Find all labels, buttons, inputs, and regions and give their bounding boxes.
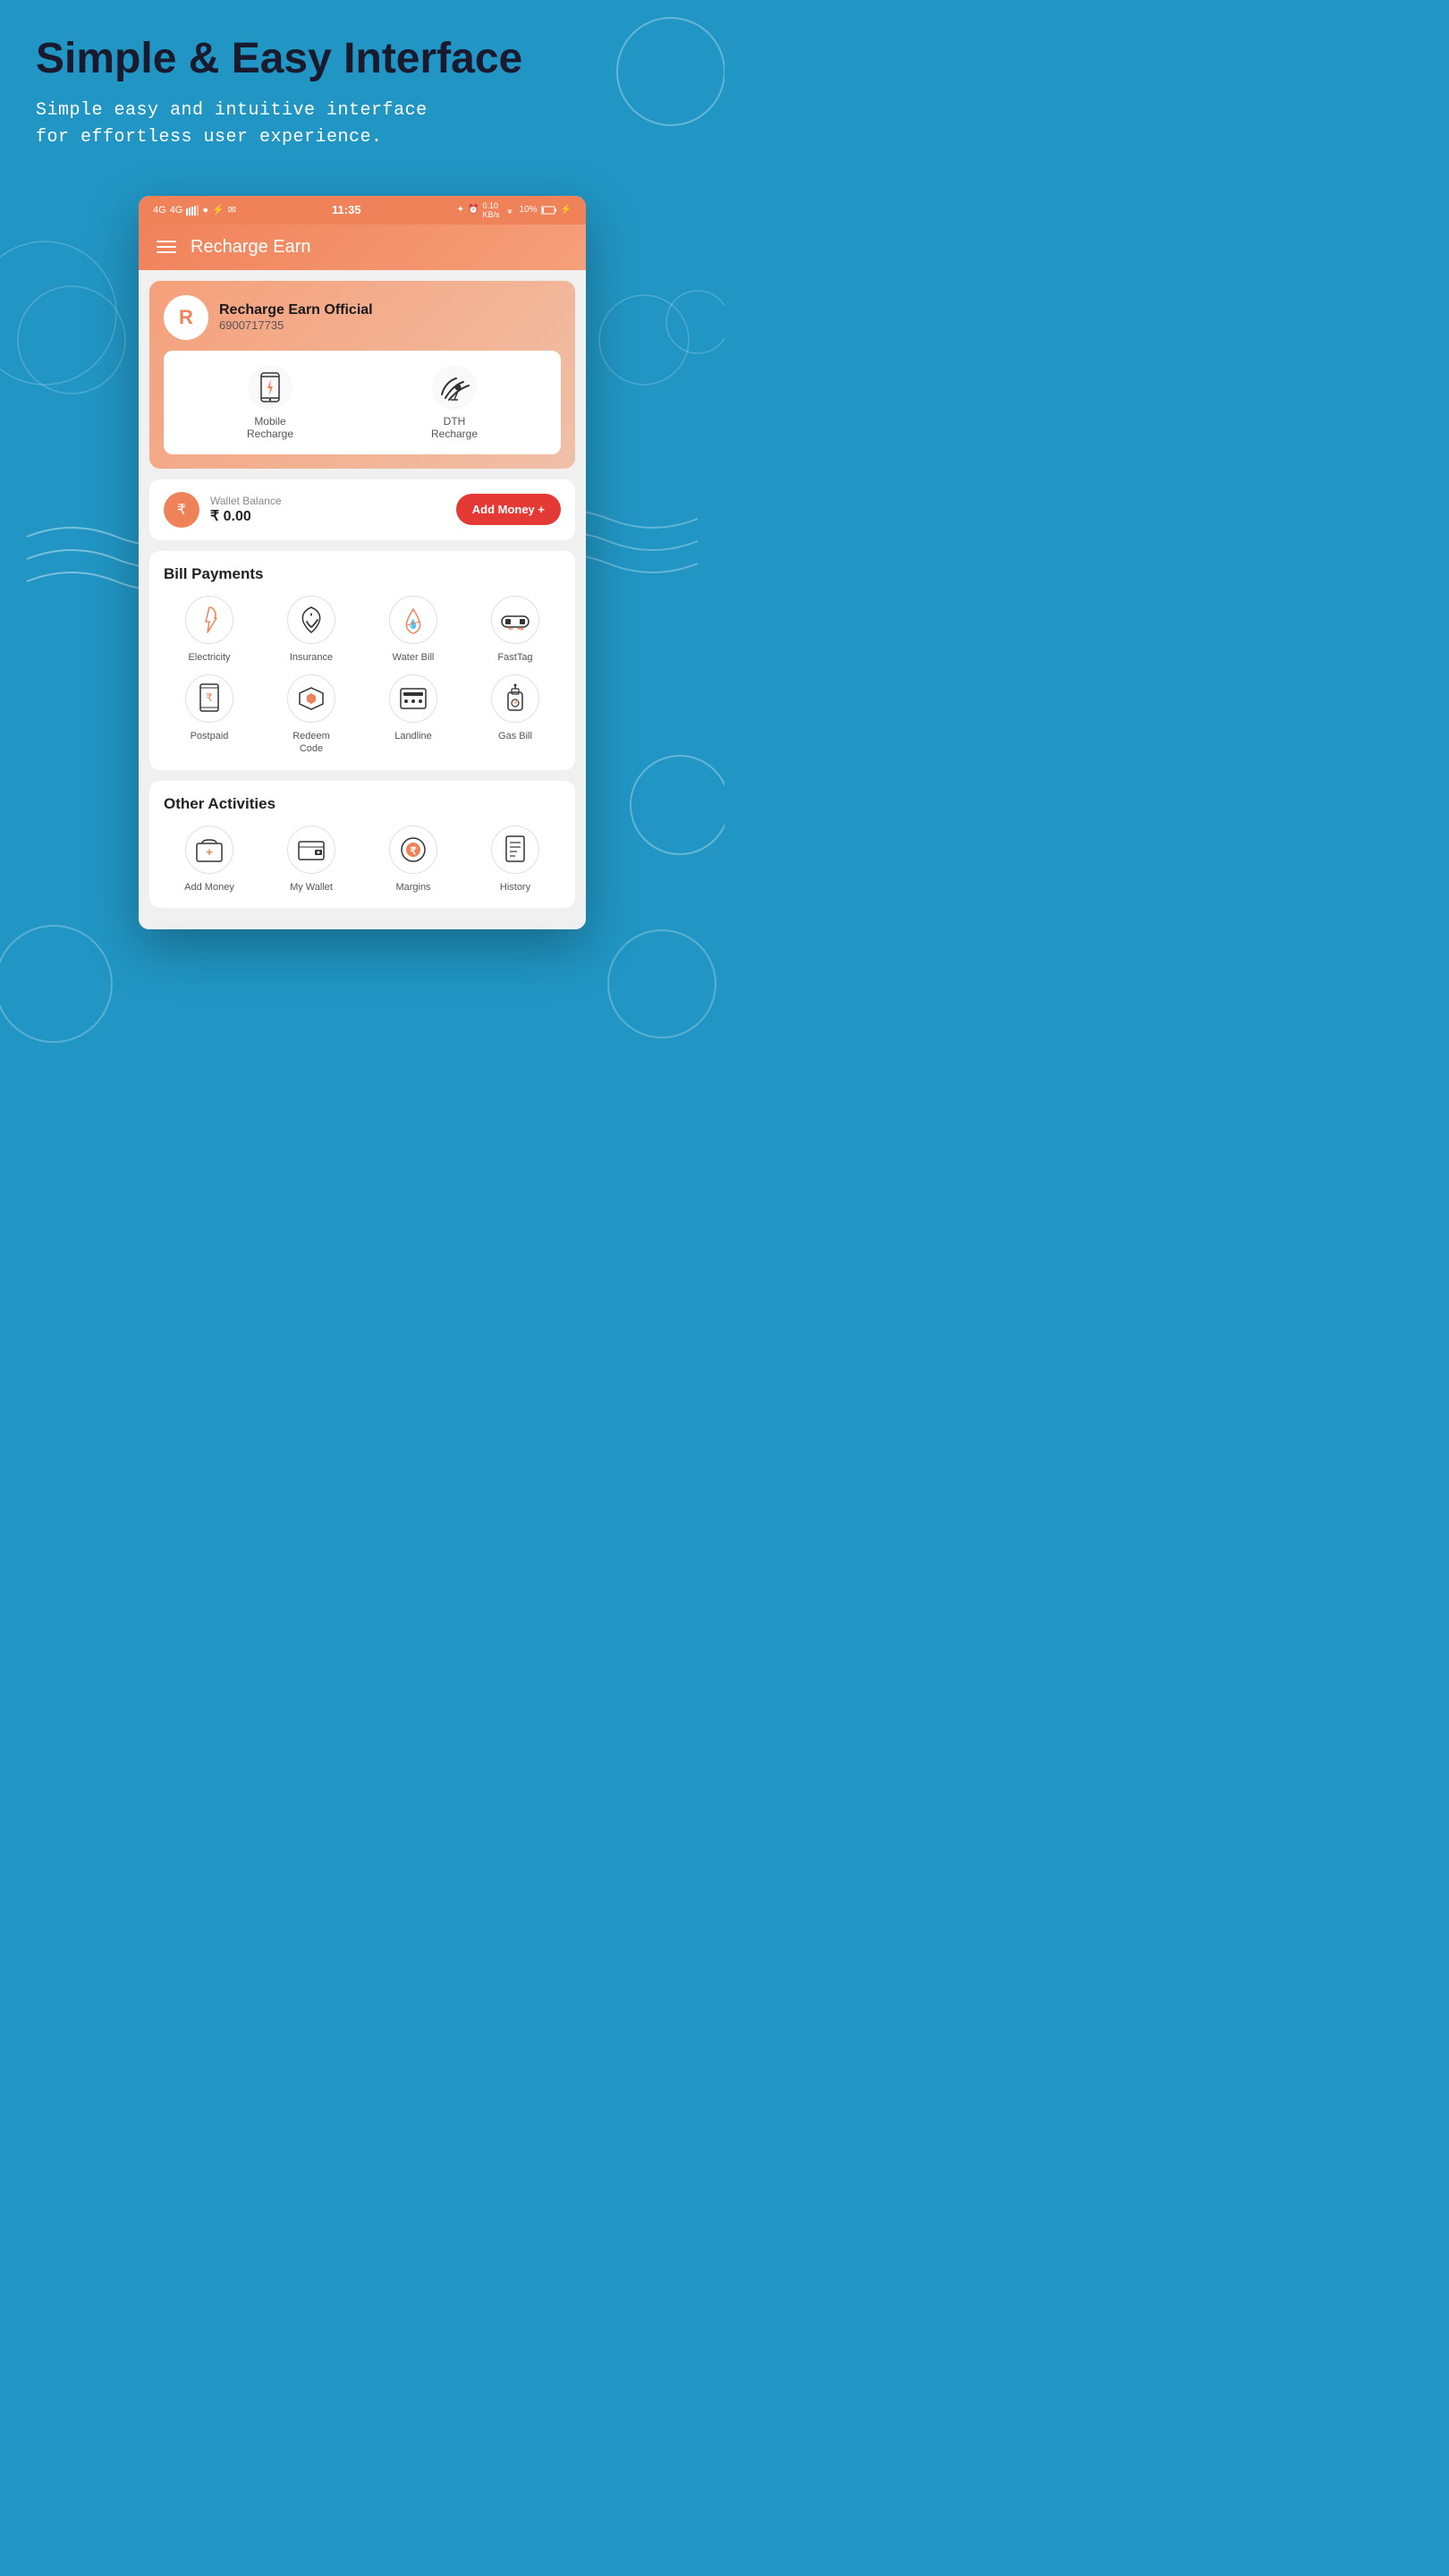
mobile-recharge-icon [248,365,292,410]
postpaid-item[interactable]: ₹ Postpaid [164,674,255,756]
activities-grid: + Add Money My Walle [164,826,561,894]
electricity-item[interactable]: Electricity [164,596,255,664]
redeem-code-icon [287,674,335,723]
profile-card: R Recharge Earn Official 6900717735 [149,281,575,469]
insurance-label: Insurance [290,651,333,664]
recharge-options: MobileRecharge DTHRec [164,351,561,454]
margins-item[interactable]: ₹ Margins [368,826,459,894]
add-money-activity-label: Add Money [184,881,234,894]
svg-text:+: + [206,845,213,859]
postpaid-icon: ₹ [185,674,233,723]
landline-item[interactable]: Landline [368,674,459,756]
redeem-code-label: RedeemCode [292,730,330,756]
history-item[interactable]: History [470,826,561,894]
dth-recharge-icon [432,365,477,410]
my-wallet-item[interactable]: My Wallet [266,826,357,894]
wallet-balance-amount: ₹ 0.00 [210,507,282,525]
add-money-button[interactable]: Add Money + [456,494,561,525]
dth-recharge-item[interactable]: DTHRecharge [431,365,478,440]
other-activities-section: Other Activities + Add Money [149,781,575,908]
wallet-balance-label: Wallet Balance [210,495,282,507]
app-content: R Recharge Earn Official 6900717735 [139,270,586,929]
page-subtitle: Simple easy and intuitive interfacefor e… [36,97,689,151]
my-wallet-icon [287,826,335,874]
status-time: 11:35 [332,203,361,216]
electricity-label: Electricity [188,651,230,664]
app-bar-title: Recharge Earn [191,237,311,258]
mobile-recharge-item[interactable]: MobileRecharge [247,365,293,440]
gas-bill-icon [491,674,539,723]
my-wallet-label: My Wallet [290,881,333,894]
gas-bill-item[interactable]: Gas Bill [470,674,561,756]
svg-text:₹: ₹ [206,691,213,704]
fasttag-item[interactable]: FastTag [470,596,561,664]
redeem-code-item[interactable]: RedeemCode [266,674,357,756]
water-bill-icon: 💧 [389,596,437,644]
bill-payments-title: Bill Payments [164,565,561,583]
water-bill-item[interactable]: 💧 Water Bill [368,596,459,664]
status-right: ✦ ⏰ 0.10KB/s 10% ⚡ [457,201,572,219]
mobile-recharge-label: MobileRecharge [247,415,293,440]
electricity-icon [185,596,233,644]
fasttag-icon [491,596,539,644]
history-icon [491,826,539,874]
wallet-icon: ₹ [164,492,199,528]
other-activities-title: Other Activities [164,795,561,813]
insurance-item[interactable]: Insurance [266,596,357,664]
svg-text:₹: ₹ [177,503,186,518]
svg-text:₹: ₹ [411,846,417,857]
fasttag-label: FastTag [497,651,532,664]
status-bar: 4G 4G ● ⚡ ✉ 11:35 ✦ ⏰ 0.10KB/s 10% ⚡ [139,196,586,225]
postpaid-label: Postpaid [191,730,229,742]
margins-icon: ₹ [389,826,437,874]
avatar: R [164,295,208,340]
bill-payments-grid: Electricity Insurance [164,596,561,756]
history-label: History [500,881,530,894]
landline-label: Landline [394,730,432,742]
profile-phone: 6900717735 [219,318,373,332]
insurance-icon [287,596,335,644]
dth-recharge-label: DTHRecharge [431,415,478,440]
status-left: 4G 4G ● ⚡ ✉ [153,204,236,216]
page-title: Simple & Easy Interface [36,36,689,83]
menu-icon[interactable] [157,241,176,253]
wallet-card: ₹ Wallet Balance ₹ 0.00 Add Money + [149,479,575,540]
phone-mockup: 4G 4G ● ⚡ ✉ 11:35 ✦ ⏰ 0.10KB/s 10% ⚡ Rec… [139,196,586,929]
app-bar: Recharge Earn [139,225,586,270]
profile-name: Recharge Earn Official [219,302,373,318]
add-money-activity-icon: + [185,826,233,874]
landline-icon [389,674,437,723]
gas-bill-label: Gas Bill [498,730,532,742]
bill-payments-section: Bill Payments Electricity [149,551,575,770]
water-bill-label: Water Bill [393,651,435,664]
add-money-activity-item[interactable]: + Add Money [164,826,255,894]
margins-label: Margins [395,881,430,894]
